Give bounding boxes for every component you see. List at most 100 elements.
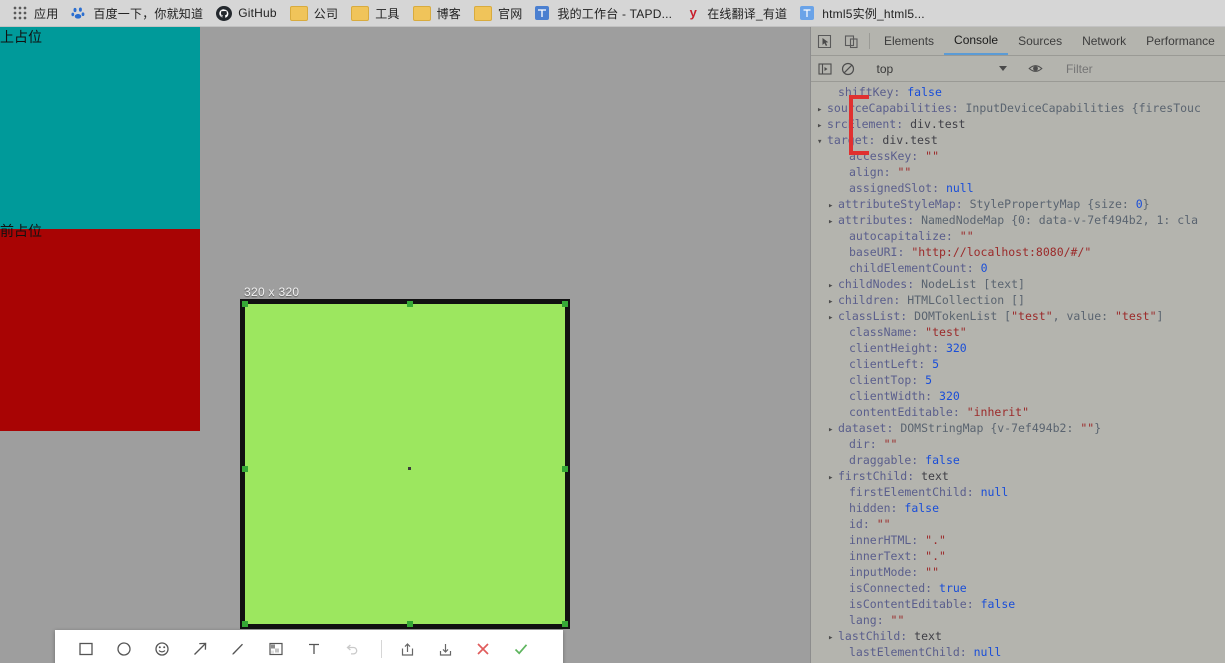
selection-handle-bottom-right[interactable] bbox=[562, 621, 568, 627]
console-token: firstChild: bbox=[838, 469, 922, 483]
disclosure-triangle-icon[interactable]: ▸ bbox=[828, 310, 838, 326]
bookmark-item[interactable]: html5实例_html5... bbox=[796, 3, 932, 23]
tab-network[interactable]: Network bbox=[1072, 27, 1136, 55]
emoji-tool-button[interactable] bbox=[145, 634, 179, 663]
console-property-row[interactable]: isConnected: true bbox=[811, 580, 1225, 596]
console-property-row[interactable]: ▸ childNodes: NodeList [text] bbox=[811, 276, 1225, 292]
console-property-row[interactable]: clientLeft: 5 bbox=[811, 356, 1225, 372]
rectangle-tool-button[interactable] bbox=[69, 634, 103, 663]
disclosure-triangle-open-icon[interactable]: ▾ bbox=[817, 134, 827, 150]
console-property-row[interactable]: accessKey: "" bbox=[811, 148, 1225, 164]
selection-handle-top-right[interactable] bbox=[562, 301, 568, 307]
tab-console[interactable]: Console bbox=[944, 27, 1009, 55]
ellipse-tool-button[interactable] bbox=[107, 634, 141, 663]
tab-sources[interactable]: Sources bbox=[1008, 27, 1072, 55]
bookmark-item[interactable]: GitHub bbox=[212, 3, 284, 23]
console-property-row[interactable]: lastElementChild: null bbox=[811, 644, 1225, 660]
console-token: text bbox=[921, 469, 949, 483]
console-property-row[interactable]: draggable: false bbox=[811, 452, 1225, 468]
screenshot-selection-box[interactable] bbox=[240, 299, 570, 629]
console-property-row[interactable]: ▸ attributes: NamedNodeMap {0: data-v-7ef… bbox=[811, 212, 1225, 228]
console-property-row[interactable]: contentEditable: "inherit" bbox=[811, 404, 1225, 420]
selection-handle-top-center[interactable] bbox=[407, 301, 413, 307]
console-property-row[interactable]: baseURI: "http://localhost:8080/#/" bbox=[811, 244, 1225, 260]
arrow-tool-button[interactable] bbox=[183, 634, 217, 663]
console-token: InputDeviceCapabilities {firesTouc bbox=[965, 101, 1201, 115]
console-property-row[interactable]: ▸ lastChild: text bbox=[811, 628, 1225, 644]
console-property-row[interactable]: childElementCount: 0 bbox=[811, 260, 1225, 276]
bookmark-item[interactable]: 博客 bbox=[409, 3, 468, 23]
console-property-row[interactable]: ▸ firstChild: text bbox=[811, 468, 1225, 484]
bookmark-item[interactable]: 我的工作台 - TAPD... bbox=[531, 3, 679, 23]
console-filter-input[interactable] bbox=[1055, 60, 1223, 77]
disclosure-triangle-icon[interactable]: ▸ bbox=[828, 470, 838, 486]
bookmark-label: GitHub bbox=[238, 6, 277, 20]
console-property-row[interactable]: clientHeight: 320 bbox=[811, 340, 1225, 356]
console-sidebar-button[interactable] bbox=[813, 62, 836, 76]
console-property-row[interactable]: dir: "" bbox=[811, 436, 1225, 452]
console-token: } bbox=[1142, 197, 1150, 211]
tab-performance[interactable]: Performance bbox=[1136, 27, 1225, 55]
bookmark-item[interactable]: 应用 bbox=[8, 3, 65, 23]
console-property-row[interactable]: ▸ dataset: DOMStringMap {v-7ef494b2: ""} bbox=[811, 420, 1225, 436]
device-toolbar-button[interactable] bbox=[838, 27, 865, 55]
console-property-row[interactable]: clientTop: 5 bbox=[811, 372, 1225, 388]
console-property-row[interactable]: inputMode: "" bbox=[811, 564, 1225, 580]
mosaic-tool-button[interactable] bbox=[259, 634, 293, 663]
download-tool-button[interactable] bbox=[428, 634, 462, 663]
disclosure-triangle-icon[interactable]: ▸ bbox=[828, 214, 838, 230]
selection-handle-bottom-center[interactable] bbox=[407, 621, 413, 627]
share-tool-button[interactable] bbox=[390, 634, 424, 663]
bookmark-item[interactable]: y 在线翻译_有道 bbox=[681, 3, 794, 23]
live-expression-button[interactable] bbox=[1024, 61, 1047, 76]
console-property-row[interactable]: isContentEditable: false bbox=[811, 596, 1225, 612]
console-property-row[interactable]: clientWidth: 320 bbox=[811, 388, 1225, 404]
clear-console-button[interactable] bbox=[836, 62, 859, 76]
console-output[interactable]: shiftKey: false ▸ sourceCapabilities: Inpu… bbox=[811, 82, 1225, 663]
disclosure-triangle-icon[interactable]: ▸ bbox=[828, 422, 838, 438]
console-token: baseURI: bbox=[849, 245, 912, 259]
disclosure-triangle-icon[interactable]: ▸ bbox=[828, 630, 838, 646]
console-property-row[interactable]: hidden: false bbox=[811, 500, 1225, 516]
console-property-row[interactable]: ▸ sourceCapabilities: InputDeviceCapabili… bbox=[811, 100, 1225, 116]
arrow-icon bbox=[194, 642, 207, 655]
console-property-row[interactable]: ▸ srcElement: div.test bbox=[811, 116, 1225, 132]
console-token: id: bbox=[849, 517, 877, 531]
bookmark-item[interactable]: 百度一下，你就知道 bbox=[67, 3, 210, 23]
console-property-row[interactable]: ▸ attributeStyleMap: StylePropertyMap {si… bbox=[811, 196, 1225, 212]
bookmark-item[interactable]: 官网 bbox=[470, 3, 529, 23]
console-property-row[interactable]: innerHTML: "." bbox=[811, 532, 1225, 548]
console-token: inputMode: bbox=[849, 565, 926, 579]
console-property-row[interactable]: innerText: "." bbox=[811, 548, 1225, 564]
text-tool-button[interactable] bbox=[297, 634, 331, 663]
bookmark-item[interactable]: 工具 bbox=[347, 3, 406, 23]
console-property-row[interactable]: align: "" bbox=[811, 164, 1225, 180]
console-context-selector[interactable]: top bbox=[869, 59, 1015, 79]
console-property-row[interactable]: ▾ target: div.test bbox=[811, 132, 1225, 148]
console-property-row[interactable]: id: "" bbox=[811, 516, 1225, 532]
placeholder-block-bottom: 前占位 bbox=[0, 224, 200, 431]
tab-elements[interactable]: Elements bbox=[874, 27, 944, 55]
inspect-element-button[interactable] bbox=[811, 27, 838, 55]
share-icon bbox=[401, 642, 413, 656]
console-property-row[interactable]: className: "test" bbox=[811, 324, 1225, 340]
console-property-row[interactable]: assignedSlot: null bbox=[811, 180, 1225, 196]
smiley-icon bbox=[155, 642, 169, 656]
console-property-row[interactable]: shiftKey: false bbox=[811, 84, 1225, 100]
pen-tool-button[interactable] bbox=[221, 634, 255, 663]
selection-handle-bottom-left[interactable] bbox=[242, 621, 248, 627]
undo-tool-button[interactable] bbox=[335, 634, 369, 663]
bookmark-item[interactable]: 公司 bbox=[286, 3, 345, 23]
console-property-row[interactable]: firstElementChild: null bbox=[811, 484, 1225, 500]
console-token: "" bbox=[1080, 421, 1095, 435]
console-property-row[interactable]: autocapitalize: "" bbox=[811, 228, 1225, 244]
console-property-row[interactable]: lang: "" bbox=[811, 612, 1225, 628]
close-tool-button[interactable] bbox=[466, 634, 500, 663]
selection-handle-middle-right[interactable] bbox=[562, 466, 568, 472]
confirm-tool-button[interactable] bbox=[504, 634, 538, 663]
selection-handle-middle-left[interactable] bbox=[242, 466, 248, 472]
console-token: "" bbox=[925, 149, 940, 163]
console-property-row[interactable]: ▸ children: HTMLCollection [] bbox=[811, 292, 1225, 308]
selection-handle-top-left[interactable] bbox=[242, 301, 248, 307]
console-property-row[interactable]: ▸ classList: DOMTokenList ["test", value:… bbox=[811, 308, 1225, 324]
